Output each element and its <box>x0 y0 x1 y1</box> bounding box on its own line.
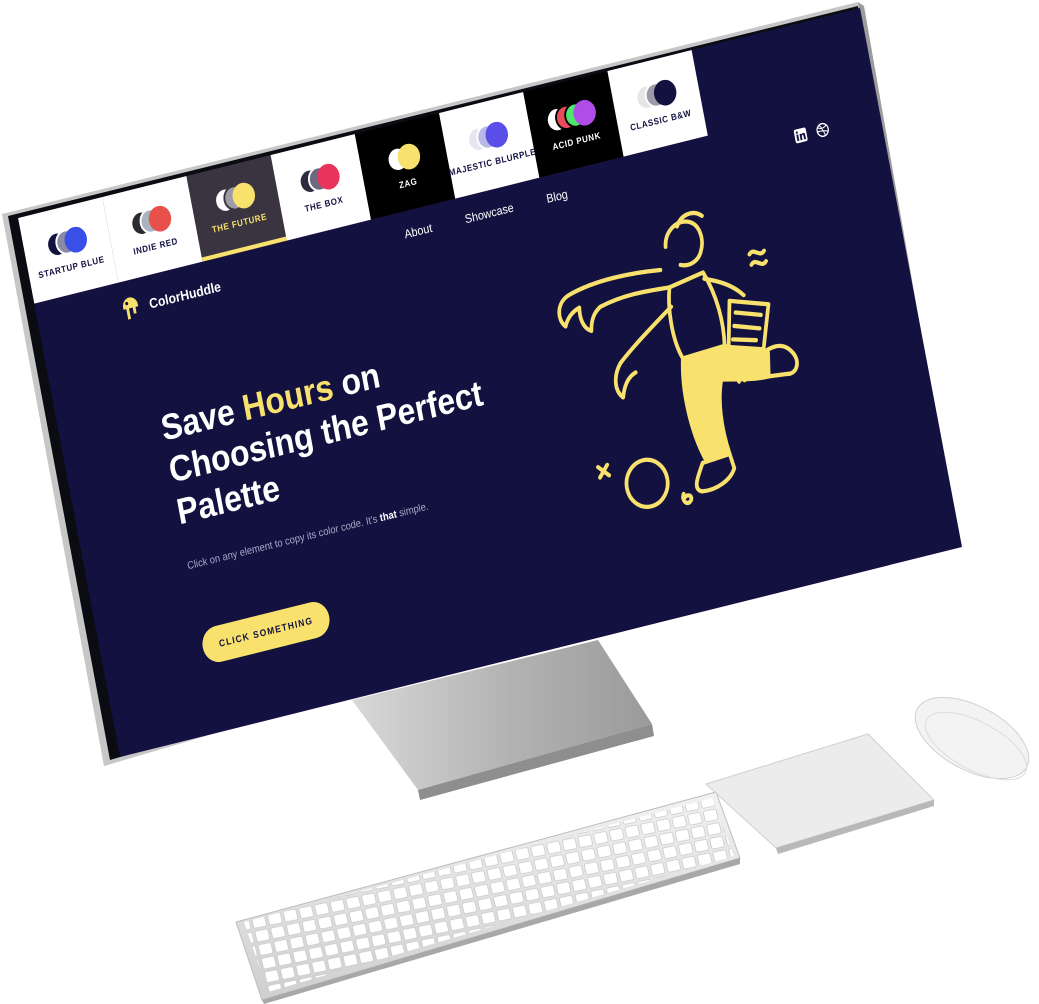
nav-blog[interactable]: Blog <box>545 188 568 206</box>
tab-label: Majestic Blurple <box>447 145 537 178</box>
dribbble-icon[interactable] <box>815 121 831 139</box>
drip-logo-icon <box>123 297 139 320</box>
hero: Save Hours on Choosing the Perfect Palet… <box>158 317 555 666</box>
tab-the-box[interactable]: The Box <box>270 133 372 241</box>
keyboard <box>235 791 741 1004</box>
tab-label: Zag <box>398 175 419 190</box>
social-links <box>793 121 831 144</box>
nav-about[interactable]: About <box>403 222 433 241</box>
hero-title: Save Hours on Choosing the Perfect Palet… <box>158 317 548 534</box>
tab-label: Acid Punk <box>551 129 602 152</box>
palette-swatches <box>296 160 342 196</box>
stage: Startup Blue Indie Red The Future <box>0 0 1039 1004</box>
palette-swatches <box>44 223 90 260</box>
tab-label: The Box <box>303 193 345 214</box>
palette-swatches <box>128 202 174 239</box>
palette-swatches <box>633 76 679 112</box>
mouse <box>914 696 1030 781</box>
palette-swatches <box>543 96 600 135</box>
hero-subtitle-post: simple. <box>395 500 430 521</box>
palette-swatches <box>212 179 258 215</box>
tab-label: Indie Red <box>132 234 179 257</box>
linkedin-icon[interactable] <box>793 127 809 145</box>
click-something-button[interactable]: Click Something <box>199 598 333 666</box>
palette-swatches <box>465 118 511 154</box>
hero-subtitle-bold: that <box>378 508 398 525</box>
dancing-person-illustration <box>557 210 799 509</box>
palette-swatches <box>381 140 426 175</box>
brand[interactable]: ColorHuddle <box>119 273 223 323</box>
brand-name: ColorHuddle <box>147 277 223 312</box>
nav-showcase[interactable]: Showcase <box>464 202 515 227</box>
trackpad <box>705 733 935 854</box>
